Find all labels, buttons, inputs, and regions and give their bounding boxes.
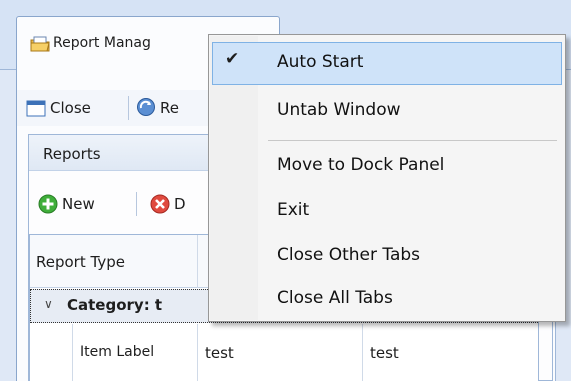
cell-item-label: Item Label xyxy=(80,344,155,360)
group-title: Reports xyxy=(43,145,101,163)
menu-item-exit[interactable]: Exit xyxy=(277,200,309,220)
menu-item-untab-window[interactable]: Untab Window xyxy=(277,100,401,120)
menu-item-close-other-tabs[interactable]: Close Other Tabs xyxy=(277,245,420,265)
cell-divider xyxy=(72,324,73,381)
column-divider xyxy=(197,235,198,288)
menu-item-auto-start-highlight[interactable] xyxy=(212,42,562,85)
toolbar-separator xyxy=(136,192,137,216)
delete-icon xyxy=(150,194,170,214)
close-window-icon xyxy=(26,100,46,117)
toolbar-separator xyxy=(128,96,129,120)
tab-label: Report Manag xyxy=(53,35,151,51)
folder-report-icon xyxy=(30,36,50,52)
refresh-button[interactable]: Re xyxy=(160,99,179,117)
new-button[interactable]: New xyxy=(62,195,95,213)
cell-divider xyxy=(197,324,198,381)
menu-item-close-all-tabs[interactable]: Close All Tabs xyxy=(277,288,393,308)
cell-divider xyxy=(362,324,363,381)
close-button[interactable]: Close xyxy=(50,99,91,117)
chevron-down-icon[interactable]: ∨ xyxy=(44,297,53,311)
check-icon: ✔ xyxy=(225,49,240,69)
refresh-globe-icon xyxy=(137,98,155,116)
cell-value: test xyxy=(205,344,234,362)
menu-item-auto-start[interactable]: Auto Start xyxy=(277,52,363,72)
cell-value: test xyxy=(370,344,399,362)
column-header-report-type[interactable]: Report Type xyxy=(36,253,125,271)
menu-item-move-to-dock-panel[interactable]: Move to Dock Panel xyxy=(277,155,444,175)
delete-button[interactable]: D xyxy=(174,195,186,213)
add-icon xyxy=(38,194,58,214)
category-label: Category: t xyxy=(67,296,163,314)
menu-separator xyxy=(268,140,557,141)
